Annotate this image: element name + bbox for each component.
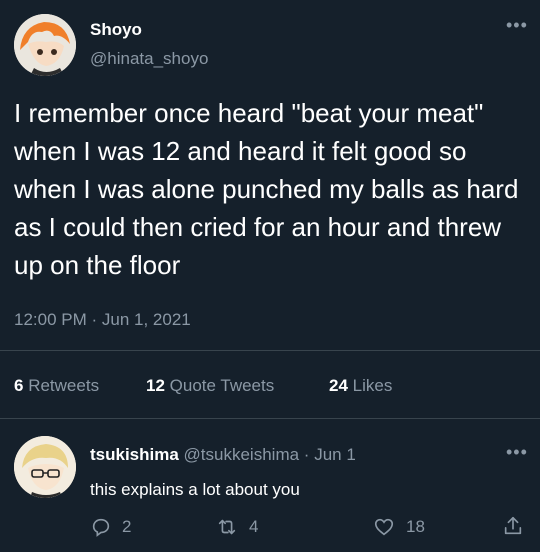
tweet-timestamp[interactable]: 12:00 PM · Jun 1, 2021 [14, 310, 191, 330]
share-action[interactable] [502, 514, 534, 538]
quote-tweets-stat[interactable]: 12 Quote Tweets [146, 376, 274, 396]
retweets-stat[interactable]: 6 Retweets [14, 376, 99, 396]
reply-author-name[interactable]: tsukishima [90, 445, 179, 464]
retweets-count: 6 [14, 376, 24, 395]
reply-header: tsukishima @tsukkeishima · Jun 1 [90, 445, 356, 465]
reply-avatar-illustration [14, 436, 76, 498]
retweet-icon [218, 519, 236, 535]
author-handle[interactable]: @hinata_shoyo [90, 49, 208, 69]
likes-label: Likes [352, 376, 393, 395]
divider-top [0, 350, 540, 351]
heart-icon [374, 518, 394, 536]
like-action[interactable]: 18 [372, 516, 425, 538]
tweet-text: I remember once heard "beat your meat" w… [14, 98, 519, 280]
reply-separator: · [303, 445, 310, 464]
reply-text: this explains a lot about you [90, 480, 300, 499]
share-icon [504, 516, 522, 535]
like-count: 18 [406, 517, 425, 536]
reply-author-avatar[interactable] [14, 436, 76, 498]
reply-date[interactable]: Jun 1 [314, 445, 356, 464]
likes-count: 24 [329, 376, 348, 395]
reply-author-handle[interactable]: @tsukkeishima [184, 445, 300, 464]
author-name[interactable]: Shoyo [90, 20, 142, 40]
avatar-illustration [14, 14, 76, 76]
retweet-count: 4 [249, 517, 259, 536]
likes-stat[interactable]: 24 Likes [329, 376, 392, 396]
quote-label: Quote Tweets [169, 376, 275, 395]
author-avatar[interactable] [14, 14, 76, 76]
reply-count: 2 [122, 517, 132, 536]
quote-count: 12 [146, 376, 165, 395]
more-options-icon[interactable]: ••• [506, 16, 528, 34]
reply-action[interactable]: 2 [90, 516, 131, 538]
retweet-action[interactable]: 4 [215, 516, 258, 538]
retweets-label: Retweets [28, 376, 100, 395]
comment-icon [92, 518, 110, 537]
reply-more-options-icon[interactable]: ••• [506, 443, 528, 461]
divider-bottom [0, 418, 540, 419]
